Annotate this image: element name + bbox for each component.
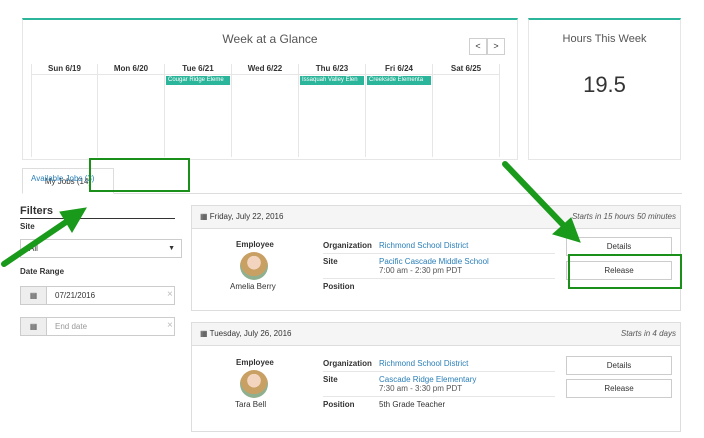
org-label: Organization [323,241,372,250]
site-label: Site [323,375,338,384]
employee-avatar [240,370,268,398]
day-header: Sat 6/25 [433,64,499,75]
day-column: Thu 6/23 Issaquah Valley Elen [299,64,366,157]
job-starts-in: Starts in 15 hours 50 minutes [571,212,676,221]
job-time: 7:00 am - 2:30 pm PDT [379,266,463,275]
week-at-a-glance-card: Week at a Glance < > Sun 6/19 Mon 6/20 T… [22,18,518,160]
end-date-placeholder: End date [55,322,88,331]
calendar-event[interactable]: Cougar Ridge Eleme [166,76,230,85]
clear-start-date-icon[interactable]: × [167,289,173,300]
site-row: Site Cascade Ridge Elementary 7:30 am - 3:… [323,371,555,396]
job-panel: ▦ Tuesday, July 26, 2016 Starts in 4 day… [191,322,681,432]
day-column: Wed 6/22 [232,64,299,157]
week-calendar: Sun 6/19 Mon 6/20 Tue 6/21 Cougar Ridge E… [31,64,500,157]
job-date-text: Friday, July 22, 2016 [209,212,284,221]
caret-down-icon: ▼ [168,245,175,252]
hours-value: 19.5 [583,72,626,97]
start-date-value: 07/21/2016 [55,291,96,300]
calendar-icon: ▦ [200,329,210,338]
position-row: Position [323,278,555,294]
details-button[interactable]: Details [566,356,672,375]
day-column: Sun 6/19 [31,64,98,157]
position-label: Position [323,400,355,409]
org-row: Organization Richmond School District [323,356,555,371]
employee-name: Amelia Berry [230,282,276,291]
day-header: Wed 6/22 [232,64,298,75]
job-starts-in: Starts in 4 days [620,329,676,338]
site-label: Site [20,222,35,231]
start-date-field[interactable]: ▦ 07/21/2016 [20,286,175,305]
employee-label: Employee [236,240,274,249]
next-week-button[interactable]: > [487,38,505,55]
job-date: ▦ Tuesday, July 26, 2016 [200,329,291,338]
release-button[interactable]: Release [566,379,672,398]
site-select[interactable]: All ▼ [20,239,182,258]
day-header: Mon 6/20 [98,64,164,75]
hours-this-week-card: Hours This Week 19.5 [528,18,681,160]
calendar-event[interactable]: Creekside Elementa [367,76,431,85]
day-column: Fri 6/24 Creekside Elementa [366,64,433,157]
position-row: Position 5th Grade Teacher [323,396,555,412]
day-header: Thu 6/23 [299,64,365,75]
site-info: Pacific Cascade Middle School 7:00 am - 2… [379,254,489,278]
clear-end-date-icon[interactable]: × [167,320,173,331]
org-link[interactable]: Richmond School District [379,238,468,253]
page: Week at a Glance < > Sun 6/19 Mon 6/20 T… [0,0,704,438]
release-highlight-box [568,254,682,289]
org-link[interactable]: Richmond School District [379,356,468,371]
site-select-value: All [29,244,38,253]
site-link[interactable]: Cascade Ridge Elementary [379,375,476,384]
calendar-icon[interactable]: ▦ [21,287,47,304]
day-header: Fri 6/24 [366,64,432,75]
org-label: Organization [323,359,372,368]
position-value: 5th Grade Teacher [379,400,446,409]
position-label: Position [323,282,355,291]
week-title: Week at a Glance [222,32,318,46]
job-header: ▦ Tuesday, July 26, 2016 Starts in 4 day… [192,323,680,346]
day-header: Tue 6/21 [165,64,231,75]
end-date-field[interactable]: ▦ End date [20,317,175,336]
day-column: Tue 6/21 Cougar Ridge Eleme [165,64,232,157]
employee-label: Employee [236,358,274,367]
calendar-icon[interactable]: ▦ [21,318,47,335]
employee-avatar [240,252,268,280]
job-time: 7:30 am - 3:30 pm PDT [379,384,463,393]
site-link[interactable]: Pacific Cascade Middle School [379,257,489,266]
day-column: Mon 6/20 [98,64,165,157]
site-info: Cascade Ridge Elementary 7:30 am - 3:30 p… [379,372,476,396]
date-range-label: Date Range [20,267,65,276]
filters-title: Filters [20,205,54,217]
hours-title: Hours This Week [562,33,647,45]
calendar-event[interactable]: Issaquah Valley Elen [300,76,364,85]
my-jobs-highlight-box [89,158,190,192]
calendar-icon: ▦ [200,212,210,221]
filters-divider [20,218,175,219]
site-label: Site [323,257,338,266]
job-info-table: Organization Richmond School District Sit… [323,238,555,294]
job-header: ▦ Friday, July 22, 2016 Starts in 15 hou… [192,206,680,229]
site-row: Site Pacific Cascade Middle School 7:00 am… [323,253,555,278]
screenshot-frame: Week at a Glance < > Sun 6/19 Mon 6/20 T… [0,0,704,438]
job-date: ▦ Friday, July 22, 2016 [200,212,283,221]
job-info-table: Organization Richmond School District Sit… [323,356,555,412]
tab-available-jobs[interactable]: Available Jobs (3) [31,174,94,183]
day-header: Sun 6/19 [32,64,97,75]
job-date-text: Tuesday, July 26, 2016 [209,329,292,338]
employee-name: Tara Bell [235,400,267,409]
day-column: Sat 6/25 [433,64,500,157]
week-nav: < > [469,38,505,55]
prev-week-button[interactable]: < [469,38,487,55]
org-row: Organization Richmond School District [323,238,555,253]
